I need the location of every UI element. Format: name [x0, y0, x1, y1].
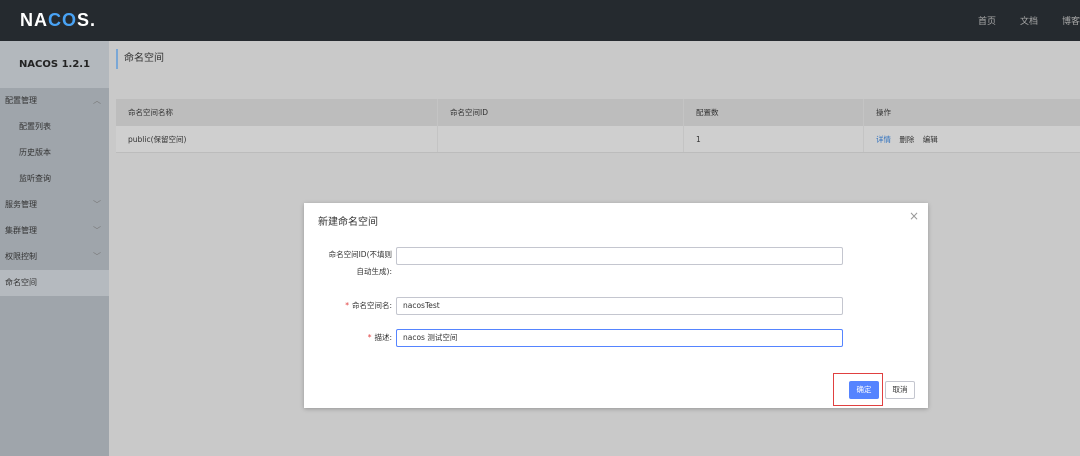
dialog-title: 新建命名空间 [318, 217, 378, 228]
sidebar-item-label: 配置管理 [5, 96, 37, 105]
description-label: * 描述: [312, 329, 392, 346]
cancel-button[interactable]: 取消 [885, 381, 915, 399]
chevron-down-icon: ﹀ [93, 200, 101, 209]
sidebar-item-history[interactable]: 历史版本 [0, 140, 109, 166]
table-header: 命名空间名称 命名空间ID 配置数 操作 [116, 99, 1080, 126]
chevron-down-icon: ﹀ [93, 226, 101, 235]
edit-link[interactable]: 编辑 [923, 135, 938, 144]
sidebar-item-label: 命名空间 [5, 278, 37, 287]
top-nav: 首页 文档 博客 [954, 0, 1080, 41]
confirm-button[interactable]: 确定 [849, 381, 879, 399]
top-bar: NACOS. 首页 文档 博客 [0, 0, 1080, 41]
sidebar-item-config-management[interactable]: 配置管理 ︿ [0, 88, 109, 114]
namespace-name-input[interactable]: nacosTest [396, 297, 843, 315]
nav-home[interactable]: 首页 [978, 14, 996, 27]
namespace-name-cell: public(保留空间) [116, 126, 438, 152]
namespace-id-cell [438, 126, 684, 152]
sidebar: NACOS 1.2.1 配置管理 ︿ 配置列表 历史版本 监听查询 服务管理 ﹀… [0, 41, 109, 456]
description-input[interactable]: nacos 测试空间 [396, 329, 843, 347]
namespace-id-input[interactable] [396, 247, 843, 265]
sidebar-item-config-list[interactable]: 配置列表 [0, 114, 109, 140]
namespace-id-label: 命名空间ID(不填则 自动生成): [312, 246, 392, 280]
column-header: 配置数 [684, 99, 864, 126]
sidebar-item-label: 权限控制 [5, 252, 37, 261]
logo-text-3: S. [77, 10, 97, 30]
logo-text-2: CO [48, 10, 77, 30]
sidebar-item-access-control[interactable]: 权限控制 ﹀ [0, 244, 109, 270]
required-mark: * [345, 301, 349, 310]
page-title: 命名空间 [116, 49, 164, 69]
required-mark: * [367, 333, 372, 342]
namespace-id-label-line1: 命名空间ID(不填则 [328, 250, 392, 259]
namespace-id-label-line2: 自动生成): [356, 267, 392, 276]
column-header: 命名空间ID [438, 99, 684, 126]
sidebar-item-listener-query[interactable]: 监听查询 [0, 166, 109, 192]
details-link[interactable]: 详情 [876, 135, 891, 144]
sidebar-item-service-management[interactable]: 服务管理 ﹀ [0, 192, 109, 218]
close-icon[interactable]: × [909, 209, 919, 223]
namespace-name-label-text: 命名空间名: [351, 301, 392, 310]
sidebar-item-cluster-management[interactable]: 集群管理 ﹀ [0, 218, 109, 244]
column-header: 操作 [876, 108, 891, 117]
chevron-up-icon: ︿ [93, 96, 101, 105]
logo-text-1: NA [20, 10, 48, 30]
version-label: NACOS 1.2.1 [0, 41, 109, 88]
nav-docs[interactable]: 文档 [1020, 14, 1038, 27]
config-count-cell: 1 [684, 126, 864, 152]
new-namespace-dialog: 新建命名空间 × 命名空间ID(不填则 自动生成): * 命名空间名: nacos… [304, 203, 928, 408]
column-header: 命名空间名称 [116, 99, 438, 126]
namespace-name-label: * 命名空间名: [312, 297, 392, 314]
delete-link[interactable]: 删除 [899, 135, 914, 144]
operations-cell: 详情 删除 编辑 [864, 126, 1080, 152]
sidebar-item-namespace[interactable]: 命名空间 [0, 270, 109, 296]
sidebar-item-label: 服务管理 [5, 200, 37, 209]
nav-blog[interactable]: 博客 [1062, 14, 1080, 27]
chevron-down-icon: ﹀ [93, 252, 101, 261]
table-row: public(保留空间) 1 详情 删除 编辑 [116, 126, 1080, 153]
nacos-logo[interactable]: NACOS. [20, 10, 96, 31]
namespace-table: 命名空间名称 命名空间ID 配置数 操作 public(保留空间) 1 详情 删… [116, 99, 1080, 153]
sidebar-item-label: 集群管理 [5, 226, 37, 235]
description-label-text: 描述: [374, 333, 392, 342]
